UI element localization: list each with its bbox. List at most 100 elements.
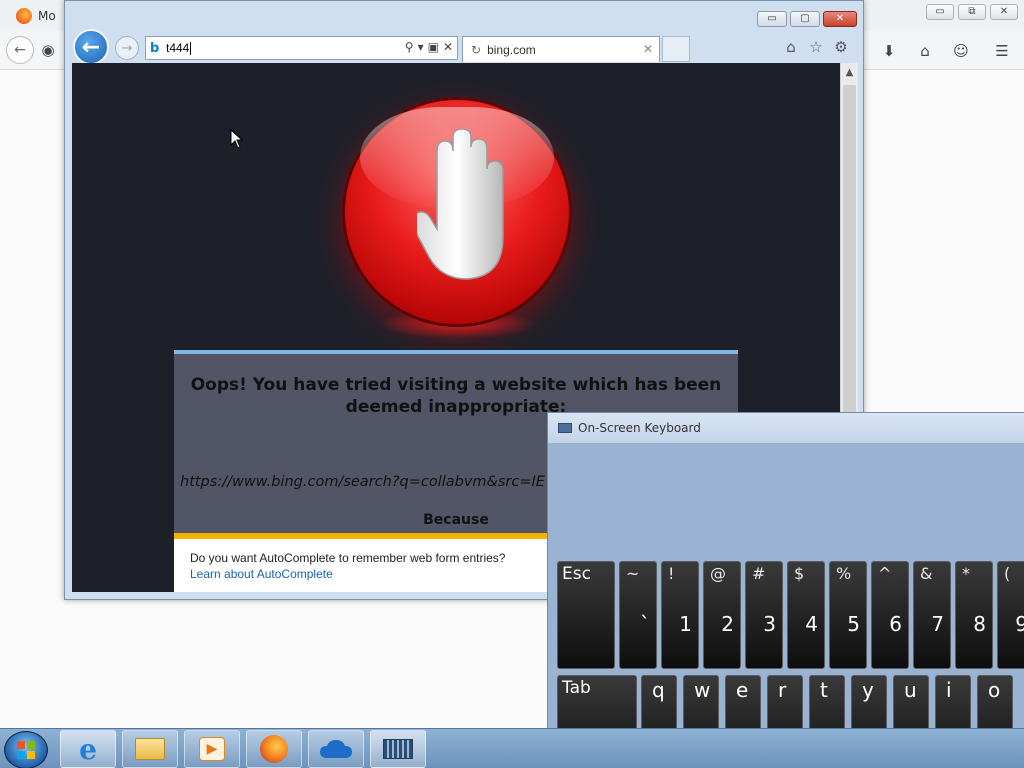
osk-key-7[interactable]: & 7 <box>913 561 951 669</box>
mouse-cursor-icon <box>230 129 244 149</box>
osk-key-letter: r <box>778 678 787 702</box>
osk-key-shift-symbol: ^ <box>878 564 892 583</box>
ie-back-button[interactable]: ← <box>73 29 109 65</box>
osk-key-main-symbol: 7 <box>931 612 944 636</box>
autocomplete-question: Do you want AutoComplete to remember web… <box>190 551 506 565</box>
osk-key-4[interactable]: $4 <box>787 561 825 669</box>
taskbar-media-player[interactable]: ▶ <box>184 730 240 768</box>
osk-key-letter: t <box>820 678 828 702</box>
osk-key-9[interactable]: (9 <box>997 561 1024 669</box>
scroll-up-arrow-icon[interactable]: ▲ <box>841 63 858 81</box>
osk-key-shift-symbol: % <box>836 564 852 583</box>
osk-key-main-symbol: 8 <box>973 612 986 636</box>
ie-forward-button[interactable]: → <box>115 36 139 60</box>
osk-key-main-symbol: 9 <box>1015 612 1024 636</box>
taskbar-firefox[interactable] <box>246 730 302 768</box>
osk-key-main-symbol: 2 <box>721 612 734 636</box>
ie-address-bar[interactable]: b t444 ⚲ ▾ ▣ ✕ <box>145 36 458 60</box>
blocked-url: https://www.bing.com/search?q=collabvm&s… <box>180 474 545 490</box>
osk-key-shift-symbol: $ <box>794 564 805 583</box>
dropdown-arrow-icon[interactable]: ▾ <box>418 40 424 54</box>
home-icon[interactable]: ⌂ <box>781 37 801 57</box>
loading-icon: ↻ <box>471 42 482 57</box>
arrow-left-icon: ← <box>14 42 26 58</box>
taskbar-on-screen-keyboard[interactable] <box>370 730 426 768</box>
osk-key-shift-symbol: * <box>962 564 970 583</box>
osk-key-esc[interactable]: Esc <box>557 561 615 669</box>
osk-key-shift-symbol: ~ <box>626 564 640 583</box>
osk-key-letter: o <box>988 678 1001 702</box>
text-caret <box>190 41 192 55</box>
osk-key-main-symbol: 6 <box>889 612 902 636</box>
on-screen-keyboard-window: On-Screen Keyboard Esc ~ `! 1 @2 #3 $4% 5 ^ 6 & 7 * 8… <box>547 412 1024 768</box>
osk-key-main-symbol: ` <box>640 612 650 636</box>
address-input-text[interactable]: t444 <box>166 41 189 55</box>
firefox-tab-title: Mo <box>38 9 56 23</box>
search-icon[interactable]: ⚲ <box>405 40 414 54</box>
gear-icon[interactable]: ⚙ <box>831 37 851 57</box>
taskbar-internet-explorer[interactable]: e <box>60 730 116 768</box>
arrow-right-icon: → <box>121 40 133 56</box>
osk-key-label: Esc <box>562 564 591 584</box>
ie-new-tab-button[interactable] <box>662 36 690 62</box>
firefox-close-button[interactable]: ✕ <box>990 4 1018 20</box>
osk-key-shift-symbol: @ <box>710 564 726 583</box>
osk-key-shift-symbol: & <box>920 564 933 583</box>
osk-key-letter: e <box>736 678 749 702</box>
globe-icon: ◉ <box>41 41 55 59</box>
osk-key-3[interactable]: #3 <box>745 561 783 669</box>
ie-minimize-button[interactable]: ▭ <box>757 11 787 27</box>
firefox-back-button[interactable]: ← <box>6 36 34 64</box>
internet-explorer-icon: e <box>79 732 97 766</box>
ie-close-button[interactable]: ✕ <box>823 11 857 27</box>
firefox-restore-button[interactable]: ⧉ <box>958 4 986 20</box>
menu-icon[interactable]: ☰ <box>990 40 1014 62</box>
start-button[interactable] <box>4 731 48 768</box>
media-player-icon: ▶ <box>199 737 225 761</box>
lock-icon: ▣ <box>427 40 439 54</box>
tab-close-icon[interactable]: ✕ <box>643 42 653 56</box>
chat-icon[interactable]: ☺ <box>949 40 973 62</box>
osk-key-2[interactable]: @2 <box>703 561 741 669</box>
keyboard-icon <box>558 423 572 433</box>
arrow-left-icon: ← <box>81 34 101 60</box>
folder-icon <box>135 738 165 760</box>
osk-titlebar[interactable]: On-Screen Keyboard <box>548 413 1024 443</box>
osk-key-letter: i <box>946 678 952 702</box>
osk-key-5[interactable]: % 5 <box>829 561 867 669</box>
windows-logo-icon <box>17 741 35 759</box>
osk-key-letter: q <box>652 678 665 702</box>
ie-tab-bing[interactable]: ↻ bing.com ✕ <box>462 36 660 62</box>
hand-icon <box>417 129 504 280</box>
osk-key-letter: w <box>694 678 711 702</box>
osk-key-main-symbol: 4 <box>805 612 818 636</box>
firefox-icon <box>260 735 288 763</box>
osk-key-letter: y <box>862 678 874 702</box>
keyboard-icon <box>383 739 413 759</box>
ie-maximize-button[interactable]: ▢ <box>790 11 820 27</box>
firefox-icon <box>16 8 32 24</box>
cloud-icon <box>320 740 352 758</box>
autocomplete-learn-link[interactable]: Learn about AutoComplete <box>190 567 333 581</box>
osk-key-letter: u <box>904 678 917 702</box>
taskbar-file-explorer[interactable] <box>122 730 178 768</box>
bing-icon: b <box>150 40 160 56</box>
firefox-minimize-button[interactable]: ▭ <box>926 4 954 20</box>
osk-key-main-symbol: 3 <box>763 612 776 636</box>
taskbar-onedrive[interactable] <box>308 730 364 768</box>
osk-key-label: Tab <box>562 678 591 698</box>
home-icon[interactable]: ⌂ <box>913 40 937 62</box>
stop-icon[interactable]: ✕ <box>443 40 453 54</box>
osk-key-shift-symbol: ( <box>1004 564 1011 583</box>
ie-tab-title: bing.com <box>487 42 536 57</box>
osk-key-8[interactable]: * 8 <box>955 561 993 669</box>
osk-key-1[interactable]: ! 1 <box>661 561 699 669</box>
osk-title: On-Screen Keyboard <box>578 421 701 435</box>
osk-key-main-symbol: 1 <box>679 612 692 636</box>
favorites-star-icon[interactable]: ☆ <box>806 37 826 57</box>
osk-key-shift-symbol: ! <box>668 564 675 583</box>
osk-key-6[interactable]: ^ 6 <box>871 561 909 669</box>
osk-key-main-symbol: 5 <box>847 612 860 636</box>
download-icon[interactable]: ⬇ <box>877 40 901 62</box>
osk-key-backtick[interactable]: ~ ` <box>619 561 657 669</box>
